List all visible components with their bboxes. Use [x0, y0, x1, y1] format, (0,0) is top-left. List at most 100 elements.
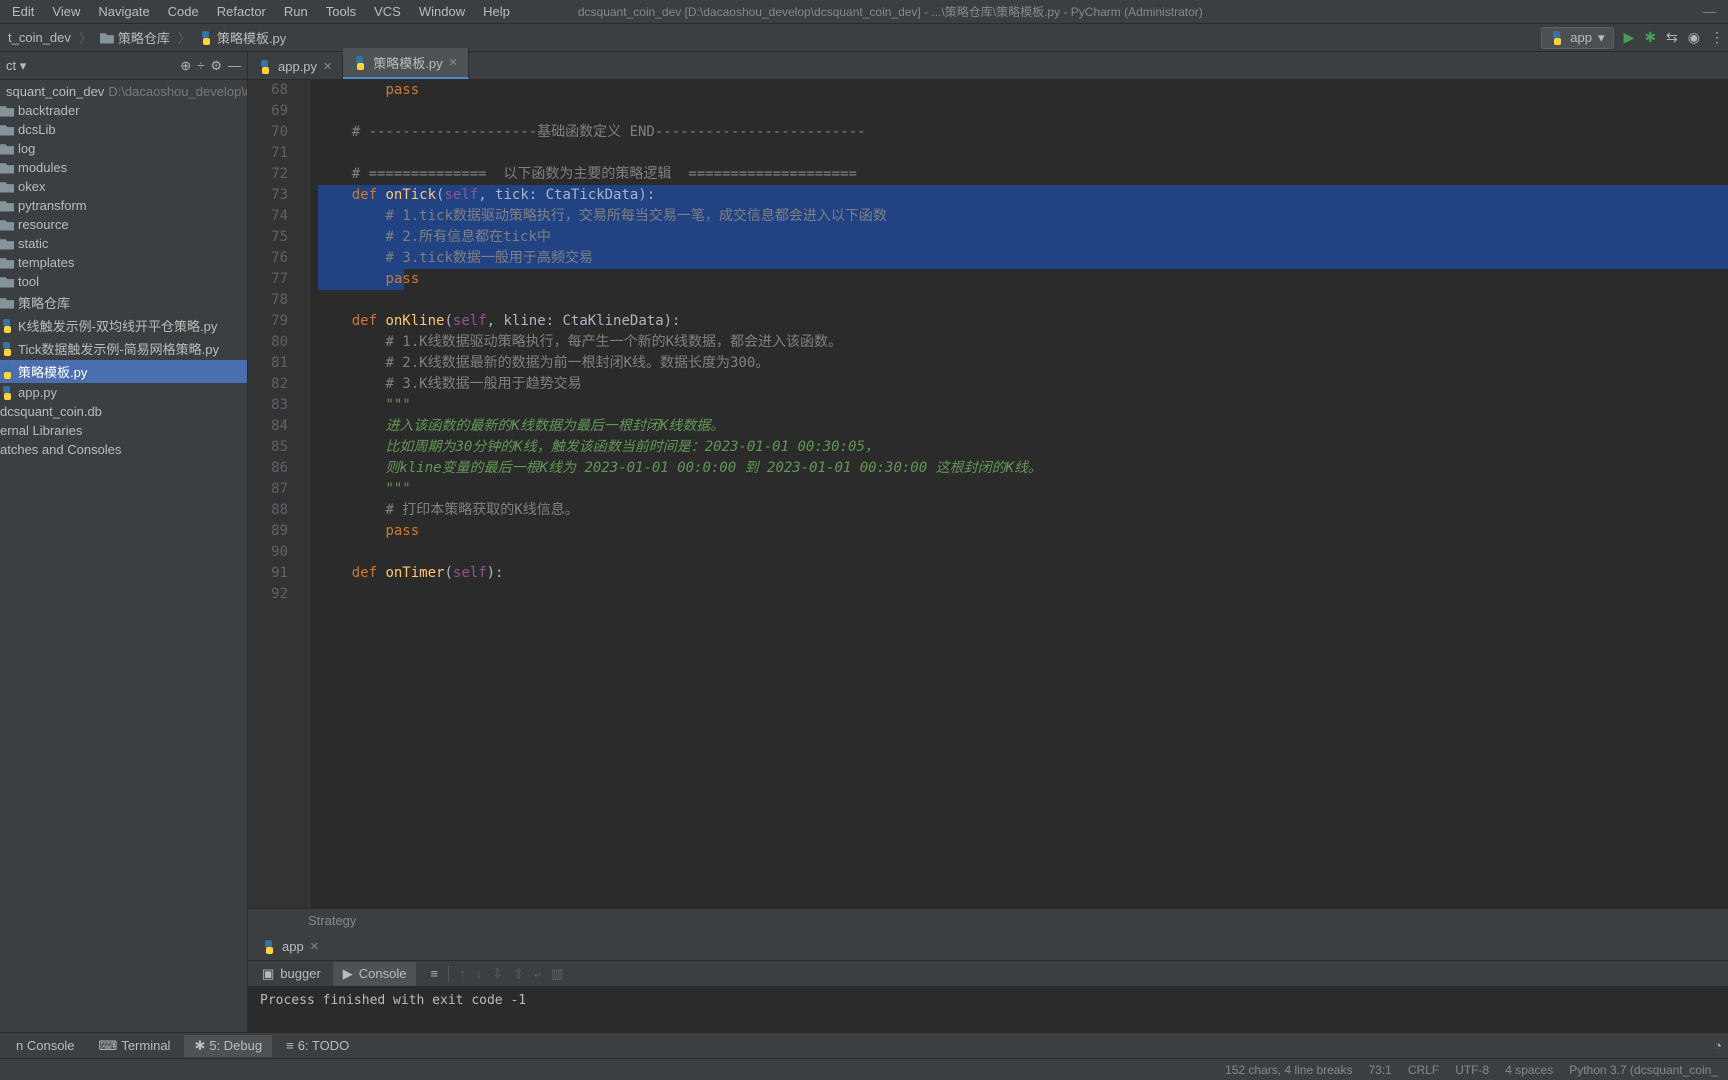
close-icon[interactable]: ✕: [310, 940, 319, 953]
breadcrumb-file[interactable]: 策略模板.py: [195, 26, 290, 49]
tree-item-atches-and-Consoles[interactable]: atches and Consoles: [0, 440, 247, 459]
editor-tabs: app.py ✕ 策略模板.py ✕: [248, 52, 1728, 80]
tree-item-label: modules: [18, 160, 67, 175]
target-icon[interactable]: ⊕: [180, 58, 191, 74]
folder-icon: [0, 181, 14, 193]
status-position[interactable]: 73:1: [1368, 1063, 1391, 1077]
tree-item-dcsquant_coin-db[interactable]: dcsquant_coin.db: [0, 402, 247, 421]
breadcrumb-folder[interactable]: 策略仓库: [96, 26, 174, 49]
menu-code[interactable]: Code: [160, 2, 207, 21]
editor-tab-strategy-template[interactable]: 策略模板.py ✕: [343, 48, 469, 79]
tree-item-modules[interactable]: modules: [0, 158, 247, 177]
tree-item-pytransform[interactable]: pytransform: [0, 196, 247, 215]
run-config-label: app: [1570, 30, 1592, 45]
tree-item-label: pytransform: [18, 198, 87, 213]
project-tree[interactable]: squant_coin_dev D:\dacaoshou_develop\dcs…: [0, 80, 247, 1032]
console-tab[interactable]: ▶ Console: [333, 962, 417, 986]
tree-item-backtrader[interactable]: backtrader: [0, 101, 247, 120]
event-log-icon[interactable]: ◔: [1714, 1038, 1722, 1053]
close-icon[interactable]: ✕: [449, 56, 458, 69]
python-console-button[interactable]: n Console: [6, 1035, 85, 1056]
tree-item-static[interactable]: static: [0, 234, 247, 253]
editor-body[interactable]: 6869707172737475767778798081828384858687…: [248, 80, 1728, 908]
terminal-button[interactable]: ⌨ Terminal: [89, 1035, 181, 1057]
fold-strip[interactable]: [298, 80, 310, 908]
tree-item-Tick--------------py[interactable]: Tick数据触发示例-简易网格策略.py: [0, 337, 247, 360]
debugger-tab[interactable]: ▣ bugger: [252, 962, 331, 986]
tree-item-K---------------py[interactable]: K线触发示例-双均线开平仓策略.py: [0, 314, 247, 337]
debugger-icon: ▣: [262, 966, 274, 982]
folder-icon: [0, 162, 14, 174]
breadcrumb-root[interactable]: t_coin_dev: [4, 28, 75, 47]
tree-item-templates[interactable]: templates: [0, 253, 247, 272]
tree-item-tool[interactable]: tool: [0, 272, 247, 291]
menu-refactor[interactable]: Refactor: [209, 2, 274, 21]
python-file-icon: [0, 342, 14, 356]
more-icon[interactable]: ⋮: [1710, 29, 1724, 46]
tree-item-label: 策略模板.py: [18, 362, 87, 381]
run-icon[interactable]: ▶: [1624, 29, 1635, 46]
project-selector[interactable]: ct ▾: [6, 58, 26, 74]
titlebar: Edit View Navigate Code Refactor Run Too…: [0, 0, 1728, 24]
tree-item-resource[interactable]: resource: [0, 215, 247, 234]
tree-item-label: dcsLib: [18, 122, 56, 137]
status-interpreter[interactable]: Python 3.7 (dcsquant_coin_: [1569, 1063, 1718, 1077]
minimize-icon[interactable]: —: [1703, 4, 1716, 19]
window-title: dcsquant_coin_dev [D:\dacaoshou_develop\…: [578, 3, 1203, 20]
project-root[interactable]: squant_coin_dev D:\dacaoshou_develop\dcs…: [0, 82, 247, 101]
down-icon[interactable]: ↓: [476, 966, 483, 982]
folder-icon: [0, 200, 14, 212]
collapse-icon[interactable]: ÷: [197, 58, 204, 73]
status-indent[interactable]: 4 spaces: [1505, 1063, 1553, 1077]
tree-item-log[interactable]: log: [0, 139, 247, 158]
menu-view[interactable]: View: [44, 2, 88, 21]
hide-icon[interactable]: —: [228, 58, 241, 73]
settings-icon[interactable]: ≡: [430, 966, 438, 982]
run-config-selector[interactable]: app ▾: [1541, 27, 1613, 49]
import-icon[interactable]: ⇧: [513, 966, 524, 982]
menu-window[interactable]: Window: [411, 2, 473, 21]
export-icon[interactable]: ⇩: [492, 966, 503, 982]
editor-tab-app[interactable]: app.py ✕: [248, 54, 343, 79]
editor-breadcrumb[interactable]: Strategy: [248, 908, 1728, 932]
menu-vcs[interactable]: VCS: [366, 2, 409, 21]
tree-item-okex[interactable]: okex: [0, 177, 247, 196]
scroll-icon[interactable]: ▥: [551, 966, 563, 982]
breadcrumb: t_coin_dev 〉 策略仓库 〉 策略模板.py: [4, 26, 290, 49]
tree-item-ernal-Libraries[interactable]: ernal Libraries: [0, 421, 247, 440]
profile-icon[interactable]: ◉: [1688, 29, 1700, 46]
tree-item-label: templates: [18, 255, 74, 270]
menu-run[interactable]: Run: [276, 2, 316, 21]
console-output[interactable]: Process finished with exit code -1: [248, 987, 1728, 1032]
todo-button[interactable]: ≡ 6: TODO: [276, 1035, 359, 1056]
attach-icon[interactable]: ⇆: [1666, 29, 1678, 46]
project-root-path: D:\dacaoshou_develop\dcsq: [108, 84, 247, 99]
tree-item-----[interactable]: 策略仓库: [0, 291, 247, 314]
tree-item-app-py[interactable]: app.py: [0, 383, 247, 402]
tree-item-dcsLib[interactable]: dcsLib: [0, 120, 247, 139]
menu-help[interactable]: Help: [475, 2, 518, 21]
tree-item-label: app.py: [18, 385, 57, 400]
python-icon: [1550, 31, 1564, 45]
debug-icon[interactable]: ✱: [1644, 29, 1656, 46]
status-line-ending[interactable]: CRLF: [1408, 1063, 1439, 1077]
menu-tools[interactable]: Tools: [318, 2, 364, 21]
tree-item-label: static: [18, 236, 48, 251]
tab-label: 策略模板.py: [373, 53, 442, 72]
menu-navigate[interactable]: Navigate: [90, 2, 157, 21]
code-content[interactable]: pass # --------------------基础函数定义 END---…: [310, 80, 1728, 908]
tree-item------py[interactable]: 策略模板.py: [0, 360, 247, 383]
debug-session-tab[interactable]: app ✕: [252, 935, 329, 958]
up-icon[interactable]: ↑: [459, 966, 466, 982]
close-icon[interactable]: ✕: [323, 60, 332, 73]
project-header: ct ▾ ⊕ ÷ ⚙ —: [0, 52, 247, 80]
gear-icon[interactable]: ⚙: [210, 58, 222, 74]
python-file-icon: [258, 60, 272, 74]
project-root-name: squant_coin_dev: [6, 84, 104, 99]
wrap-icon[interactable]: ⤶: [534, 966, 541, 982]
menu-edit[interactable]: Edit: [4, 2, 42, 21]
gutter[interactable]: 6869707172737475767778798081828384858687…: [248, 80, 298, 908]
chevron-right-icon: 〉: [79, 28, 92, 47]
status-encoding[interactable]: UTF-8: [1455, 1063, 1489, 1077]
debug-button[interactable]: ✱ 5: Debug: [184, 1035, 272, 1057]
